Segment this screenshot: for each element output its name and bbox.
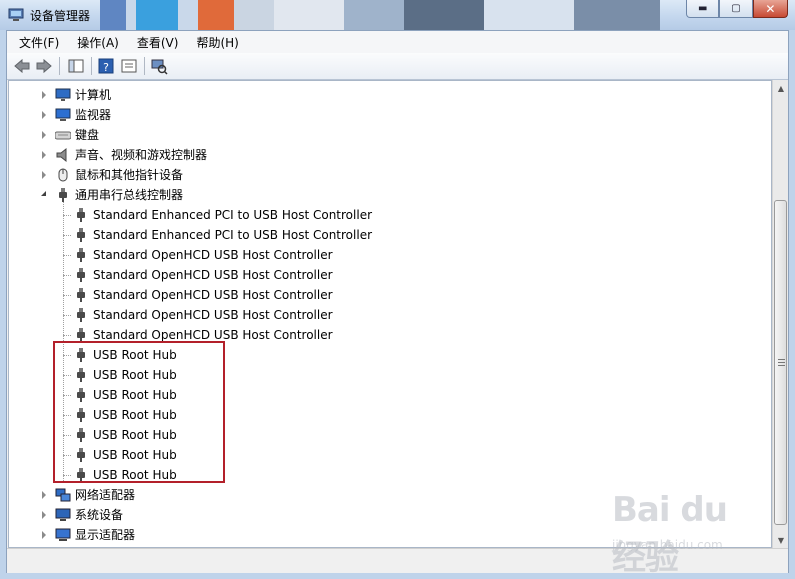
grip-line: [778, 362, 785, 363]
toolbar-separator: [144, 57, 145, 75]
menu-action[interactable]: 操作(A): [65, 31, 125, 53]
forward-arrow-icon[interactable]: [35, 57, 53, 75]
baidu-watermark: Bai du 经验 jingyan.baidu.com: [612, 490, 762, 578]
collapse-arrow-icon[interactable]: [41, 191, 46, 196]
tree-node-label: 通用串行总线控制器: [75, 188, 184, 202]
device-tree[interactable]: 计算机 监视器 键盘 声音、视频和游戏控制器 鼠标和其他指针设备 通用串行总线控…: [8, 80, 772, 548]
menu-file[interactable]: 文件(F): [7, 31, 65, 53]
close-button[interactable]: ✕: [752, 0, 788, 18]
grip-line: [778, 359, 785, 360]
device-manager-icon: [8, 8, 24, 21]
grip-line: [778, 365, 785, 366]
usb-device-icon: [77, 308, 85, 322]
expand-arrow-icon[interactable]: [42, 511, 46, 519]
display-adapter-icon: [55, 528, 71, 541]
scroll-down-arrow-icon[interactable]: ▼: [774, 532, 788, 548]
tree-node-label: 网络适配器: [75, 488, 136, 502]
usb-device-icon: [77, 208, 85, 222]
usb-device-icon: [77, 228, 85, 242]
tree-branch: [63, 235, 71, 236]
window-controls: ▬ ▢ ✕: [686, 0, 788, 20]
expand-arrow-icon[interactable]: [42, 171, 46, 179]
title-bar[interactable]: 设备管理器 ▬ ▢ ✕: [0, 0, 795, 30]
usb-device-label: Standard Enhanced PCI to USB Host Contro…: [93, 228, 373, 242]
usb-device-label: Standard Enhanced PCI to USB Host Contro…: [93, 208, 373, 222]
usb-root-hub-highlight-box: [53, 341, 225, 483]
usb-device-icon: [77, 248, 85, 262]
tree-node-label: 系统设备: [75, 508, 124, 522]
scroll-up-arrow-icon[interactable]: ▲: [774, 80, 788, 96]
background-task-strip: [100, 0, 660, 30]
keyboard-icon: [55, 131, 71, 140]
vertical-scrollbar[interactable]: ▲ ▼: [772, 80, 788, 548]
tree-branch: [63, 255, 71, 256]
scroll-thumb[interactable]: [774, 200, 787, 525]
usb-device-label: Standard OpenHCD USB Host Controller: [93, 248, 333, 262]
back-arrow-icon[interactable]: [13, 57, 31, 75]
tree-node-label: 声音、视频和游戏控制器: [75, 148, 208, 162]
usb-device-label: Standard OpenHCD USB Host Controller: [93, 268, 333, 282]
tree-node-label: 计算机: [75, 88, 112, 102]
tree-node-label: 监视器: [75, 108, 112, 122]
menu-view[interactable]: 查看(V): [125, 31, 185, 53]
minimize-button[interactable]: ▬: [686, 0, 720, 18]
window-title: 设备管理器: [30, 9, 91, 23]
tree-node-label: 显示适配器: [75, 528, 136, 542]
device-manager-window: 设备管理器 ▬ ▢ ✕ 文件(F) 操作(A) 查看(V) 帮助(H) ? 计算…: [0, 0, 795, 579]
expand-arrow-icon[interactable]: [42, 151, 46, 159]
tree-branch: [63, 315, 71, 316]
network-icon: [55, 488, 71, 502]
watermark-logo: Bai du 经验: [612, 490, 728, 578]
expand-arrow-icon[interactable]: [42, 131, 46, 139]
monitor-icon: [55, 108, 71, 121]
tree-node-label: 鼠标和其他指针设备: [75, 168, 184, 182]
expand-arrow-icon[interactable]: [42, 491, 46, 499]
computer-icon: [55, 88, 71, 101]
watermark-url: jingyan.baidu.com: [612, 538, 723, 552]
tree-branch: [63, 275, 71, 276]
system-icon: [55, 508, 71, 521]
tree-branch: [63, 215, 71, 216]
toolbar: ?: [7, 53, 788, 80]
toolbar-separator: [59, 57, 60, 75]
expand-arrow-icon[interactable]: [42, 531, 46, 539]
speaker-icon: [56, 147, 67, 163]
usb-device-icon: [77, 288, 85, 302]
menu-bar: 文件(F) 操作(A) 查看(V) 帮助(H): [7, 31, 788, 53]
usb-device-label: Standard OpenHCD USB Host Controller: [93, 308, 333, 322]
scan-hardware-icon[interactable]: [150, 57, 168, 75]
tree-node-label: 键盘: [75, 128, 100, 142]
usb-device-label: Standard OpenHCD USB Host Controller: [93, 288, 333, 302]
help-icon[interactable]: ?: [97, 57, 115, 75]
expand-arrow-icon[interactable]: [42, 91, 46, 99]
expand-arrow-icon[interactable]: [42, 111, 46, 119]
show-hide-console-tree-icon[interactable]: [67, 57, 85, 75]
mouse-icon: [58, 168, 68, 182]
tree-branch: [63, 295, 71, 296]
toolbar-separator: [91, 57, 92, 75]
properties-icon[interactable]: [120, 57, 138, 75]
usb-icon: [59, 188, 67, 202]
maximize-button[interactable]: ▢: [719, 0, 753, 18]
tree-branch: [63, 335, 71, 336]
menu-help[interactable]: 帮助(H): [184, 31, 244, 53]
svg-text:?: ?: [103, 61, 109, 74]
usb-device-icon: [77, 268, 85, 282]
